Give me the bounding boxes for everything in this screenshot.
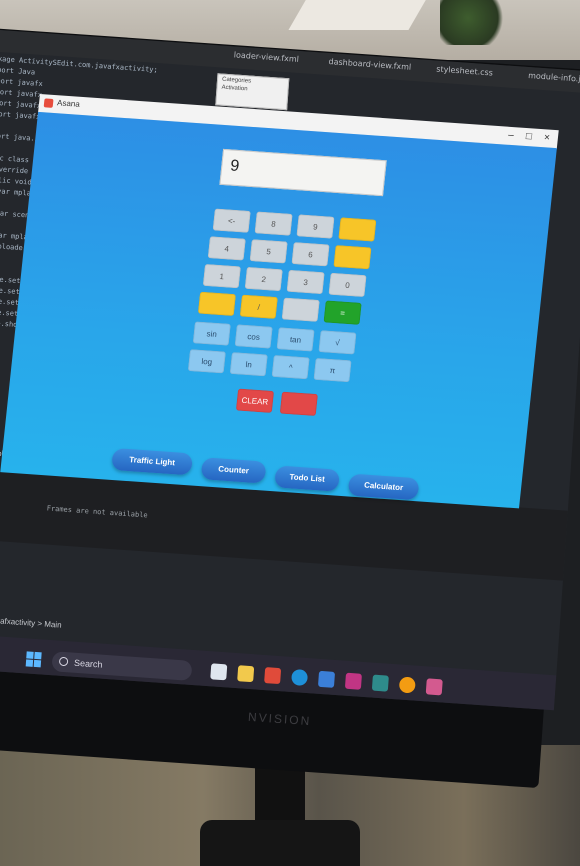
calculator-display: 9 [219, 148, 387, 197]
edge-browser-icon[interactable] [291, 668, 309, 687]
breadcrumb[interactable]: > com > javafxactivity > Main [0, 614, 62, 630]
calc-key-button[interactable]: 0 [328, 272, 367, 298]
brave-browser-icon[interactable] [264, 667, 282, 685]
ceiling-light [288, 0, 432, 30]
search-icon [58, 656, 69, 667]
calc-key-button[interactable]: ^ [271, 354, 310, 380]
calc-key-button[interactable] [338, 217, 377, 242]
taskbar-search-label: Search [73, 657, 103, 670]
calc-key-button[interactable]: tan [276, 327, 315, 352]
calc-key-button[interactable]: √ [318, 330, 357, 355]
ide-tab[interactable]: dashboard-view.fxml [328, 57, 411, 77]
calc-key-button[interactable]: = [323, 300, 362, 325]
monitor-base [200, 820, 360, 866]
app-icon[interactable] [344, 672, 362, 690]
delete-button[interactable] [279, 391, 318, 417]
minimize-icon[interactable]: – [503, 128, 518, 143]
calc-key-button[interactable]: log [187, 349, 226, 374]
maximize-icon[interactable]: □ [521, 130, 536, 145]
chrome-icon[interactable] [398, 676, 416, 694]
calc-key-button[interactable]: 5 [249, 239, 288, 264]
window-title: Asana [56, 98, 81, 109]
taskbar-search[interactable]: Search [51, 651, 193, 681]
nav-todo-list-button[interactable]: Todo List [274, 465, 341, 492]
app-icon [43, 98, 54, 108]
calc-key-button[interactable]: 6 [291, 242, 330, 267]
calc-key-button[interactable]: / [239, 294, 278, 319]
app-body: 9 <- 8 9 4 5 6 1 2 3 0/= sin cos tan √ log ln ^ π CLEAR T… [0, 111, 557, 509]
calc-key-button[interactable]: cos [234, 324, 273, 349]
intellij-icon[interactable] [425, 678, 443, 696]
calc-key-button[interactable]: 8 [254, 211, 293, 236]
terminal-icon[interactable] [371, 674, 389, 692]
hanging-plant [440, 0, 510, 45]
calc-key-button[interactable] [197, 291, 237, 317]
ide-tab[interactable]: loader-view.fxml [233, 50, 300, 69]
windows-start-icon[interactable] [25, 651, 42, 668]
calc-key-button[interactable] [333, 244, 372, 270]
calc-key-button[interactable]: sin [192, 321, 231, 346]
calc-key-button[interactable]: 3 [286, 269, 325, 295]
nav-traffic-light-button[interactable]: Traffic Light [111, 447, 194, 476]
calc-key-button[interactable]: 2 [244, 266, 283, 292]
calc-key-button[interactable]: 9 [296, 214, 335, 239]
photos-icon[interactable] [317, 670, 336, 688]
nav-calculator-button[interactable]: Calculator [347, 473, 420, 501]
clear-button[interactable]: CLEAR [235, 388, 275, 413]
close-icon[interactable]: × [539, 131, 554, 146]
background-window: Categories Activation [215, 73, 290, 111]
task-view-icon[interactable] [210, 663, 228, 681]
app-window: Asana – □ × 9 <- 8 9 4 5 6 1 2 3 0/= sin cos tan √ log… [0, 94, 559, 509]
calc-key-button[interactable]: 1 [202, 263, 241, 289]
calc-key-button[interactable]: <- [212, 208, 251, 233]
nav-counter-button[interactable]: Counter [200, 457, 267, 484]
calc-key-button[interactable]: ln [229, 352, 268, 377]
calc-key-button[interactable]: π [313, 357, 352, 383]
file-explorer-icon[interactable] [237, 665, 255, 683]
ide-tab[interactable]: stylesheet.css [436, 65, 493, 83]
calc-key-button[interactable] [281, 297, 320, 322]
ide-tab[interactable]: module-info.java [527, 71, 580, 90]
calc-key-button[interactable]: 4 [207, 236, 246, 261]
